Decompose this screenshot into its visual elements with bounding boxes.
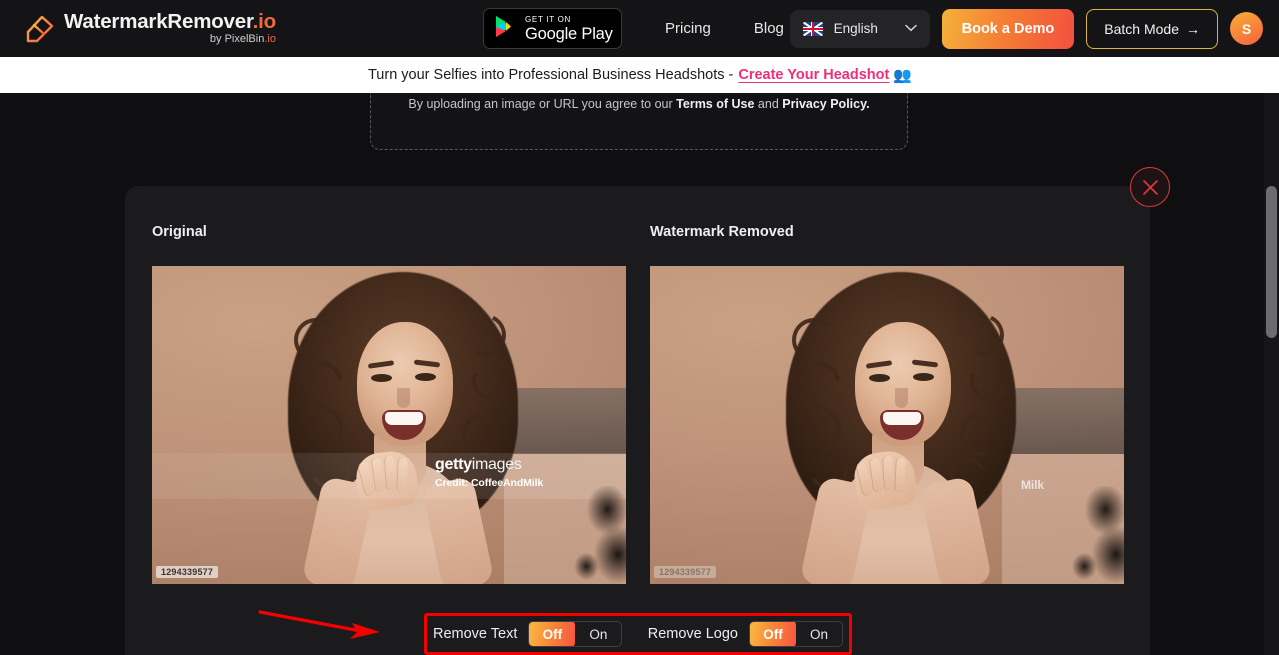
brand-subtitle: by PixelBin.io [209, 33, 276, 45]
toggle-highlight-box: Remove Text Off On Remove Logo Off On [424, 613, 852, 655]
terms-of-use-link[interactable]: Terms of Use [676, 97, 754, 111]
create-headshot-link[interactable]: Create Your Headshot [738, 67, 889, 83]
google-play-triangle-icon [495, 15, 516, 43]
remove-text-label: Remove Text [433, 626, 518, 642]
privacy-policy-link[interactable]: Privacy Policy. [782, 97, 869, 111]
watermark-removed-image[interactable]: Milk 1294339577 [650, 266, 1124, 584]
terms-and: and [757, 97, 779, 111]
nav-link-pricing[interactable]: Pricing [665, 20, 711, 37]
promo-banner: Turn your Selfies into Professional Busi… [0, 57, 1279, 93]
remove-logo-switch[interactable]: Off On [749, 621, 843, 647]
google-play-text: GET IT ON Google Play [525, 15, 613, 43]
scrollbar-thumb[interactable] [1266, 186, 1277, 338]
image-id-chip: 1294339577 [156, 566, 219, 578]
upload-terms-text: By uploading an image or URL you agree t… [371, 97, 907, 111]
google-play-top-label: GET IT ON [525, 14, 572, 24]
language-label: English [833, 21, 878, 36]
promo-text: Turn your Selfies into Professional Busi… [367, 67, 734, 83]
header-actions: English Book a Demo Batch Mode → S [789, 0, 1263, 57]
scrollbar-track[interactable] [1264, 93, 1279, 655]
residual-watermark-text: Milk [1021, 478, 1044, 492]
google-play-badge[interactable]: GET IT ON Google Play [483, 8, 622, 49]
close-icon[interactable] [1130, 167, 1170, 207]
nav-link-blog[interactable]: Blog [754, 20, 784, 37]
header-nav: GET IT ON Google Play Pricing Blog [483, 0, 784, 57]
remove-logo-off-option[interactable]: Off [750, 622, 796, 646]
image-id-chip-faded: 1294339577 [654, 566, 717, 578]
photo-scene-result: Milk [650, 266, 1124, 584]
remove-logo-on-option[interactable]: On [796, 622, 842, 646]
original-column-title: Original [152, 224, 207, 240]
chevron-down-icon [904, 23, 917, 35]
remove-text-on-option[interactable]: On [575, 622, 621, 646]
upload-dropzone[interactable]: By uploading an image or URL you agree t… [370, 93, 908, 150]
getty-watermark: gettyimages [435, 456, 522, 473]
avatar[interactable]: S [1230, 12, 1263, 45]
original-image[interactable]: gettyimages Credit: CoffeeAndMilk 129433… [152, 266, 626, 584]
remove-text-off-option[interactable]: Off [529, 622, 576, 646]
photo-scene-original: gettyimages Credit: CoffeeAndMilk [152, 266, 626, 584]
site-header: WatermarkRemover.io by PixelBin.io GET I… [0, 0, 1279, 57]
book-a-demo-button[interactable]: Book a Demo [941, 8, 1075, 49]
remove-logo-label: Remove Logo [647, 626, 738, 642]
remove-logo-toggle[interactable]: Remove Logo Off On [648, 621, 843, 647]
comparison-panel: Original Watermark Removed gettyimages C… [125, 186, 1150, 655]
watermark-credit: Credit: CoffeeAndMilk [435, 477, 544, 489]
brand-text: WatermarkRemover.io by PixelBin.io [64, 11, 276, 46]
eraser-logo-icon [22, 12, 56, 46]
batch-mode-button[interactable]: Batch Mode → [1086, 8, 1218, 49]
result-column-title: Watermark Removed [650, 224, 794, 240]
remove-text-switch[interactable]: Off On [528, 621, 623, 647]
remove-text-toggle[interactable]: Remove Text Off On [433, 621, 623, 647]
arrow-right-icon: → [1186, 20, 1200, 37]
red-arrow-annotation [258, 606, 383, 642]
brand-logo[interactable]: WatermarkRemover.io by PixelBin.io [22, 11, 276, 46]
terms-prefix: By uploading an image or URL you agree t… [408, 97, 673, 111]
people-emoji-icon: 👥 [893, 67, 912, 84]
google-play-bottom-label: Google Play [525, 24, 613, 43]
batch-mode-label: Batch Mode [1104, 20, 1179, 37]
brand-title: WatermarkRemover.io [64, 10, 276, 33]
uk-flag-icon [802, 21, 823, 36]
language-selector[interactable]: English [789, 9, 930, 48]
